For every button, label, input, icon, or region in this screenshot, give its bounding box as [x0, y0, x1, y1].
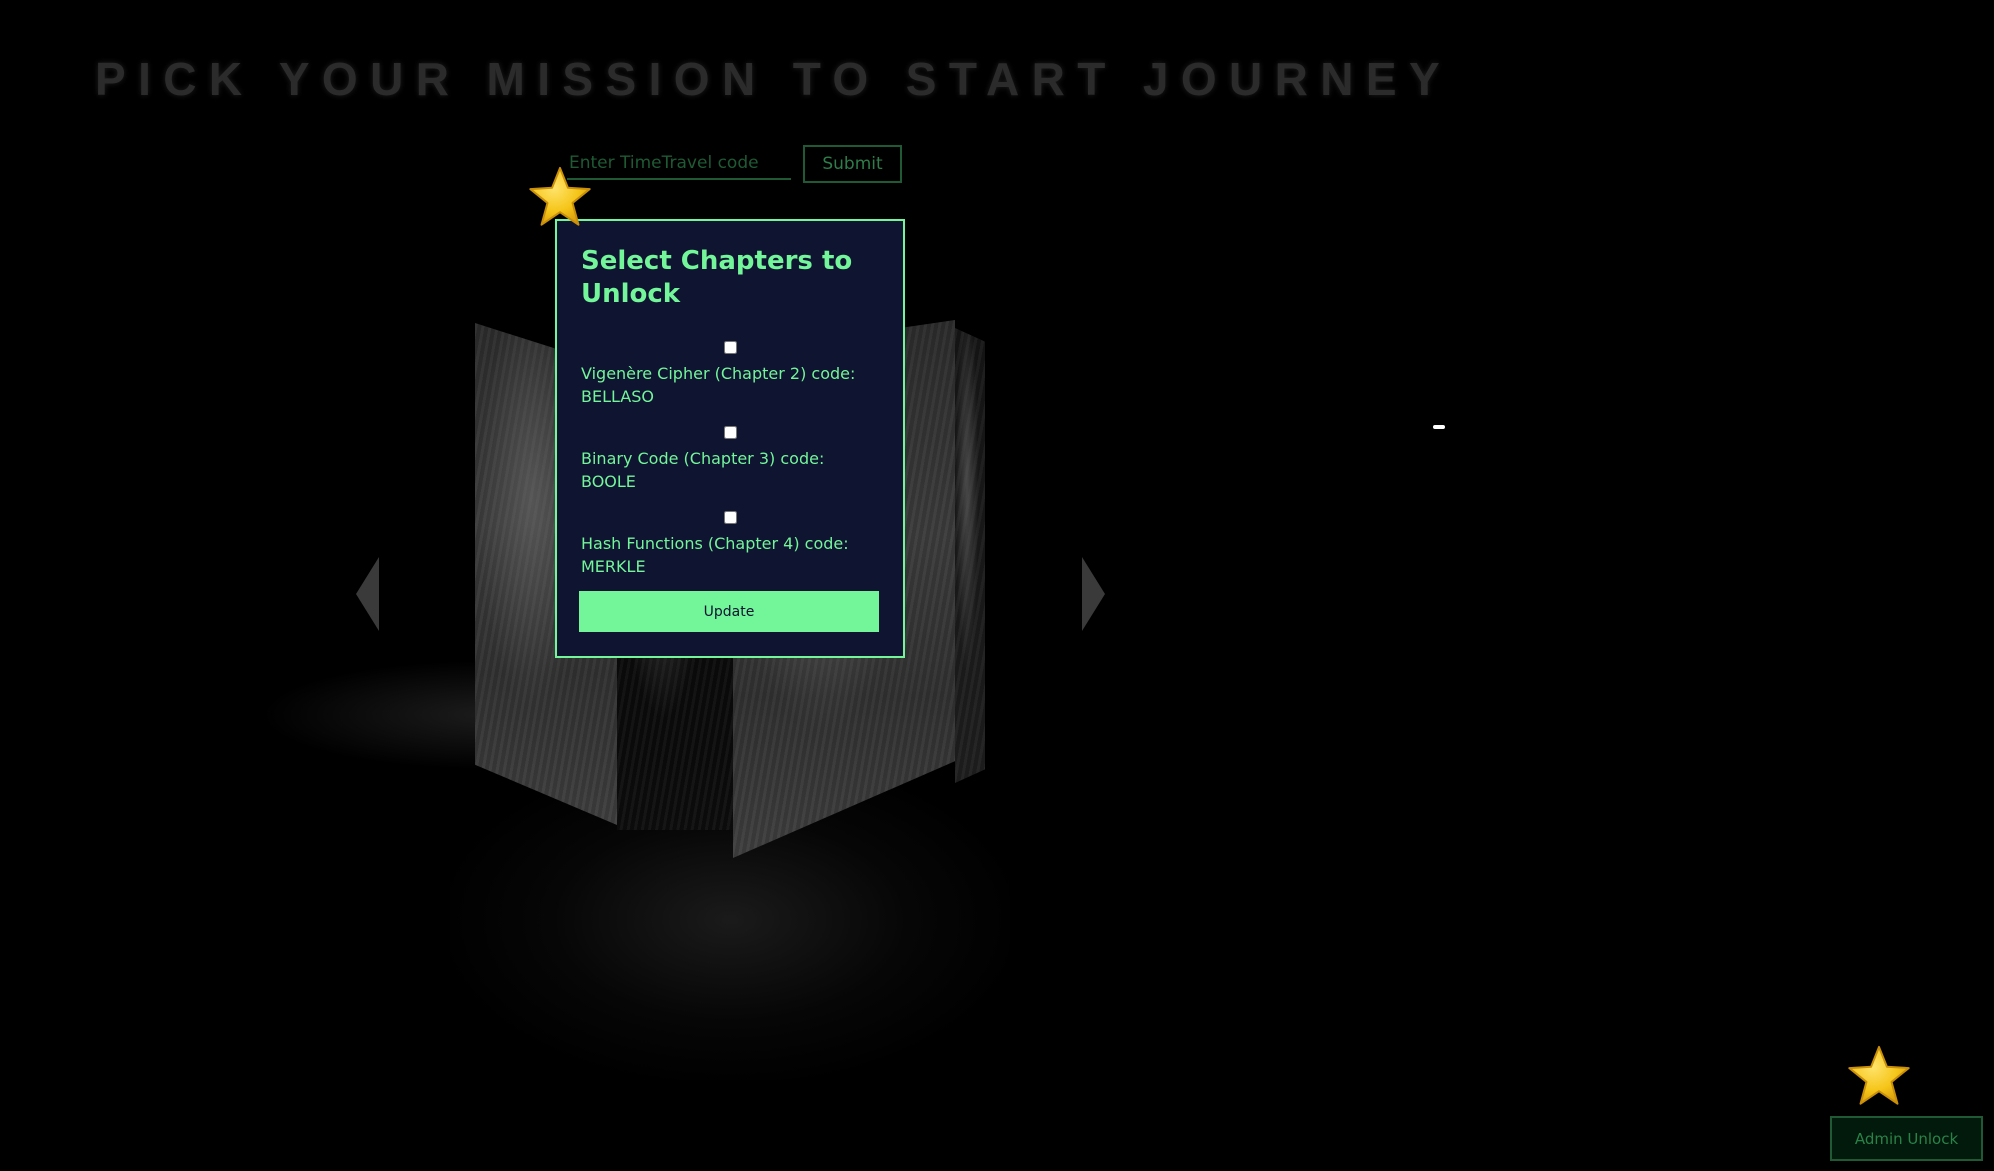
- unlock-chapters-dialog: Select Chapters to Unlock Vigenère Ciphe…: [555, 219, 905, 658]
- star-icon: [1848, 1045, 1910, 1105]
- carousel-prev-icon[interactable]: [356, 557, 379, 631]
- chapter-3-label: Binary Code (Chapter 3) code: BOOLE: [581, 449, 825, 491]
- chapter-2-checkbox[interactable]: [723, 341, 737, 354]
- timetravel-code-input[interactable]: [567, 148, 791, 180]
- update-button[interactable]: Update: [579, 591, 879, 632]
- chapter-4-checkbox[interactable]: [723, 511, 737, 524]
- chapter-2-label: Vigenère Cipher (Chapter 2) code: BELLAS…: [581, 364, 856, 406]
- chapter-option: Binary Code (Chapter 3) code: BOOLE: [581, 426, 879, 493]
- submit-button[interactable]: Submit: [803, 145, 902, 183]
- dialog-title: Select Chapters to Unlock: [581, 246, 853, 309]
- page-root: PICK YOUR MISSION TO START JOURNEY Submi…: [0, 0, 1994, 1171]
- chapter-option: Hash Functions (Chapter 4) code: MERKLE: [581, 511, 879, 578]
- admin-unlock-button[interactable]: Admin Unlock: [1830, 1116, 1983, 1161]
- chapter-option: Vigenère Cipher (Chapter 2) code: BELLAS…: [581, 341, 879, 408]
- chapter-3-checkbox[interactable]: [723, 426, 737, 439]
- cursor-indicator: [1433, 425, 1445, 429]
- page-title: PICK YOUR MISSION TO START JOURNEY: [95, 53, 1453, 105]
- mission-card-edge: [955, 328, 985, 783]
- chapter-4-label: Hash Functions (Chapter 4) code: MERKLE: [581, 534, 849, 576]
- star-icon: [529, 166, 591, 226]
- carousel-next-icon[interactable]: [1082, 557, 1105, 631]
